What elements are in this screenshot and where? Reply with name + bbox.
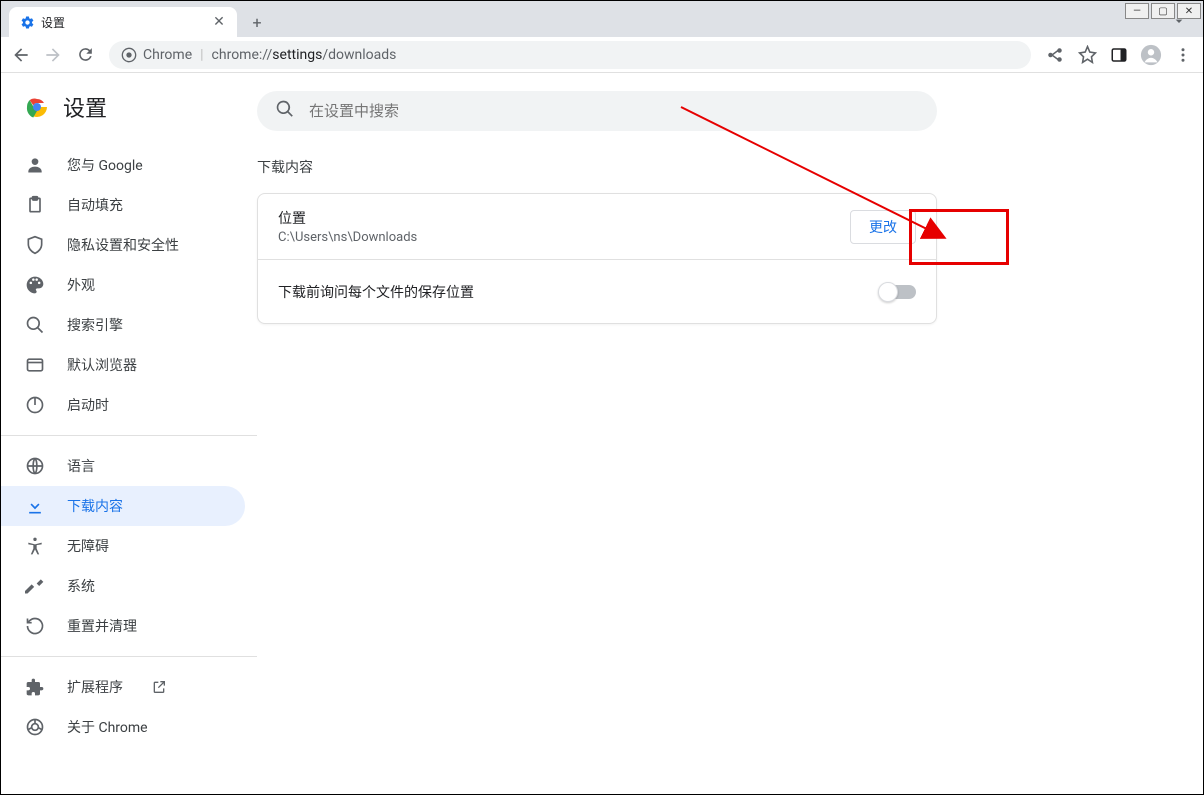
sidebar-item-label: 自动填充 — [67, 195, 123, 215]
sidebar-item-label: 下载内容 — [67, 496, 123, 516]
tab-strip: 设置 ✕ + — [1, 1, 1203, 37]
settings-search[interactable] — [257, 91, 937, 131]
extension-icon — [25, 677, 45, 697]
ask-label: 下载前询问每个文件的保存位置 — [278, 282, 880, 302]
forward-button[interactable] — [39, 41, 67, 69]
sidebar-item-languages[interactable]: 语言 — [1, 446, 245, 486]
restore-icon — [25, 616, 45, 636]
sidebar-item-on-startup[interactable]: 启动时 — [1, 385, 245, 425]
ask-toggle[interactable] — [880, 285, 916, 299]
toggle-knob — [878, 282, 898, 302]
sidebar-separator — [1, 435, 257, 436]
section-title: 下载内容 — [257, 157, 1203, 177]
page-title: 设置 — [63, 91, 107, 123]
close-window-button[interactable]: ✕ — [1177, 3, 1201, 19]
clipboard-icon — [25, 195, 45, 215]
sidebar-item-downloads[interactable]: 下载内容 — [1, 486, 245, 526]
sidebar-item-label: 外观 — [67, 275, 95, 295]
star-icon[interactable] — [1073, 41, 1101, 69]
sidebar-item-label: 扩展程序 — [67, 677, 123, 697]
chrome-outline-icon — [25, 717, 45, 737]
address-separator: | — [200, 47, 203, 63]
wrench-icon — [25, 576, 45, 596]
profile-icon[interactable] — [1137, 41, 1165, 69]
search-input[interactable] — [309, 102, 919, 120]
row-text: 下载前询问每个文件的保存位置 — [278, 282, 880, 302]
address-prefix: Chrome — [143, 47, 192, 63]
settings-sidebar: 设置 您与 Google 自动填充 隐私设置和安全性 外观 搜索引擎 默认浏览器… — [1, 73, 257, 794]
location-path: C:\Users\ns\Downloads — [278, 230, 850, 245]
sidebar-item-accessibility[interactable]: 无障碍 — [1, 526, 245, 566]
browser-icon — [25, 355, 45, 375]
download-location-row: 位置 C:\Users\ns\Downloads 更改 — [258, 194, 936, 259]
content-area: 设置 您与 Google 自动填充 隐私设置和安全性 外观 搜索引擎 默认浏览器… — [1, 73, 1203, 794]
sidebar-item-privacy[interactable]: 隐私设置和安全性 — [1, 225, 245, 265]
reload-button[interactable] — [71, 41, 99, 69]
change-button[interactable]: 更改 — [850, 210, 916, 244]
settings-main: 下载内容 位置 C:\Users\ns\Downloads 更改 下载前询问每个… — [257, 73, 1203, 794]
back-button[interactable] — [7, 41, 35, 69]
chrome-logo-icon — [25, 95, 49, 119]
address-url: chrome://settings/downloads — [212, 47, 397, 63]
sidebar-item-label: 搜索引擎 — [67, 315, 123, 335]
sidebar-item-label: 启动时 — [67, 395, 109, 415]
person-icon — [25, 155, 45, 175]
sidebar-items: 您与 Google 自动填充 隐私设置和安全性 外观 搜索引擎 默认浏览器 启动… — [1, 139, 257, 747]
more-icon[interactable] — [1169, 41, 1197, 69]
sidebar-item-label: 默认浏览器 — [67, 355, 137, 375]
sidebar-item-about-chrome[interactable]: 关于 Chrome — [1, 707, 245, 747]
sidebar-item-default-browser[interactable]: 默认浏览器 — [1, 345, 245, 385]
location-label: 位置 — [278, 208, 850, 228]
ask-before-download-row: 下载前询问每个文件的保存位置 — [258, 259, 936, 323]
sidebar-item-label: 语言 — [67, 456, 95, 476]
search-icon — [25, 315, 45, 335]
address-bar[interactable]: Chrome | chrome://settings/downloads — [109, 41, 1031, 69]
sidebar-item-label: 无障碍 — [67, 536, 109, 556]
chrome-badge: Chrome — [121, 47, 192, 63]
window-controls: — ▢ ✕ — [1123, 1, 1203, 21]
shield-icon — [25, 235, 45, 255]
close-tab-button[interactable]: ✕ — [211, 14, 227, 30]
browser-toolbar: Chrome | chrome://settings/downloads — [1, 37, 1203, 73]
sidebar-item-reset[interactable]: 重置并清理 — [1, 606, 245, 646]
sidebar-item-label: 系统 — [67, 576, 95, 596]
search-icon — [275, 99, 295, 123]
power-icon — [25, 395, 45, 415]
row-text: 位置 C:\Users\ns\Downloads — [278, 208, 850, 245]
download-icon — [25, 496, 45, 516]
tab-title: 设置 — [41, 14, 205, 31]
sidebar-item-label: 关于 Chrome — [67, 717, 148, 737]
share-icon[interactable] — [1041, 41, 1069, 69]
browser-tab[interactable]: 设置 ✕ — [9, 7, 237, 37]
palette-icon — [25, 275, 45, 295]
side-panel-icon[interactable] — [1105, 41, 1133, 69]
minimize-button[interactable]: — — [1125, 3, 1149, 19]
sidebar-header: 设置 — [1, 91, 257, 139]
new-tab-button[interactable]: + — [243, 8, 271, 36]
sidebar-item-appearance[interactable]: 外观 — [1, 265, 245, 305]
accessibility-icon — [25, 536, 45, 556]
sidebar-item-label: 您与 Google — [67, 155, 143, 175]
sidebar-item-label: 重置并清理 — [67, 616, 137, 636]
sidebar-item-you-and-google[interactable]: 您与 Google — [1, 145, 245, 185]
globe-icon — [25, 456, 45, 476]
maximize-button[interactable]: ▢ — [1151, 3, 1175, 19]
sidebar-separator — [1, 656, 257, 657]
sidebar-item-autofill[interactable]: 自动填充 — [1, 185, 245, 225]
gear-icon — [19, 14, 35, 30]
sidebar-item-search-engine[interactable]: 搜索引擎 — [1, 305, 245, 345]
open-in-new-icon — [151, 679, 167, 695]
downloads-card: 位置 C:\Users\ns\Downloads 更改 下载前询问每个文件的保存… — [257, 193, 937, 324]
sidebar-item-label: 隐私设置和安全性 — [67, 235, 179, 255]
sidebar-item-extensions[interactable]: 扩展程序 — [1, 667, 245, 707]
sidebar-item-system[interactable]: 系统 — [1, 566, 245, 606]
